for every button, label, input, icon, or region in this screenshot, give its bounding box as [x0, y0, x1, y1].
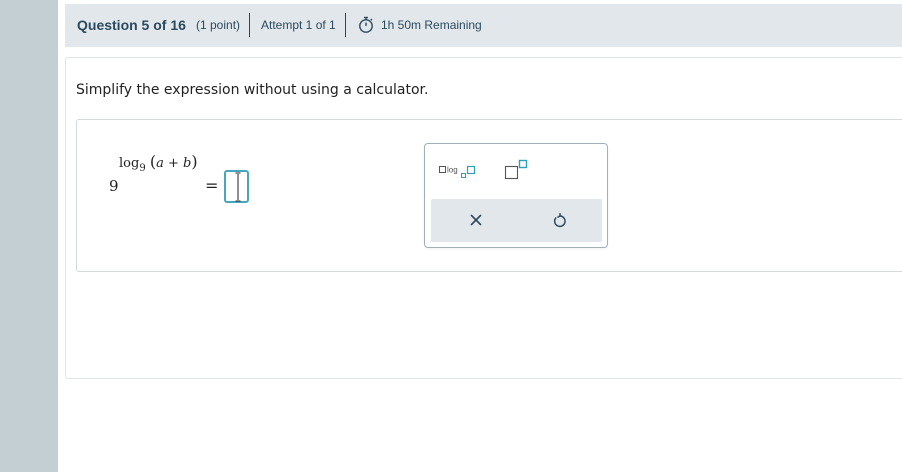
header-divider: [249, 13, 250, 37]
variable-a: a: [156, 156, 164, 171]
question-prompt: Simplify the expression without using a …: [76, 82, 429, 98]
log-function: log: [119, 156, 140, 171]
palette-action-bar: [431, 199, 602, 242]
equals-sign: =: [205, 176, 219, 195]
close-paren: ): [191, 152, 198, 171]
exponent-expression: log9 (a + b): [119, 152, 198, 174]
attempt-count: Attempt 1 of 1: [261, 18, 336, 32]
stopwatch-icon: [358, 16, 374, 34]
question-points: (1 point): [196, 18, 241, 32]
question-number: Question 5 of 16: [77, 17, 186, 33]
math-palette: log: [424, 143, 608, 248]
log-base: 9: [139, 163, 146, 174]
time-remaining: 1h 50m Remaining: [381, 18, 482, 32]
log-base-template-icon[interactable]: log: [437, 158, 481, 182]
left-rail: [0, 0, 58, 472]
exponent-template-icon[interactable]: [503, 156, 533, 184]
clear-icon[interactable]: [467, 211, 485, 229]
plus-sign: +: [163, 156, 184, 171]
undo-icon[interactable]: [551, 210, 569, 230]
question-header: Question 5 of 16 (1 point) Attempt 1 of …: [65, 4, 902, 47]
expression-base: 9: [109, 177, 119, 195]
header-divider: [345, 13, 346, 37]
svg-text:log: log: [447, 166, 458, 175]
text-cursor-icon: [235, 172, 241, 202]
